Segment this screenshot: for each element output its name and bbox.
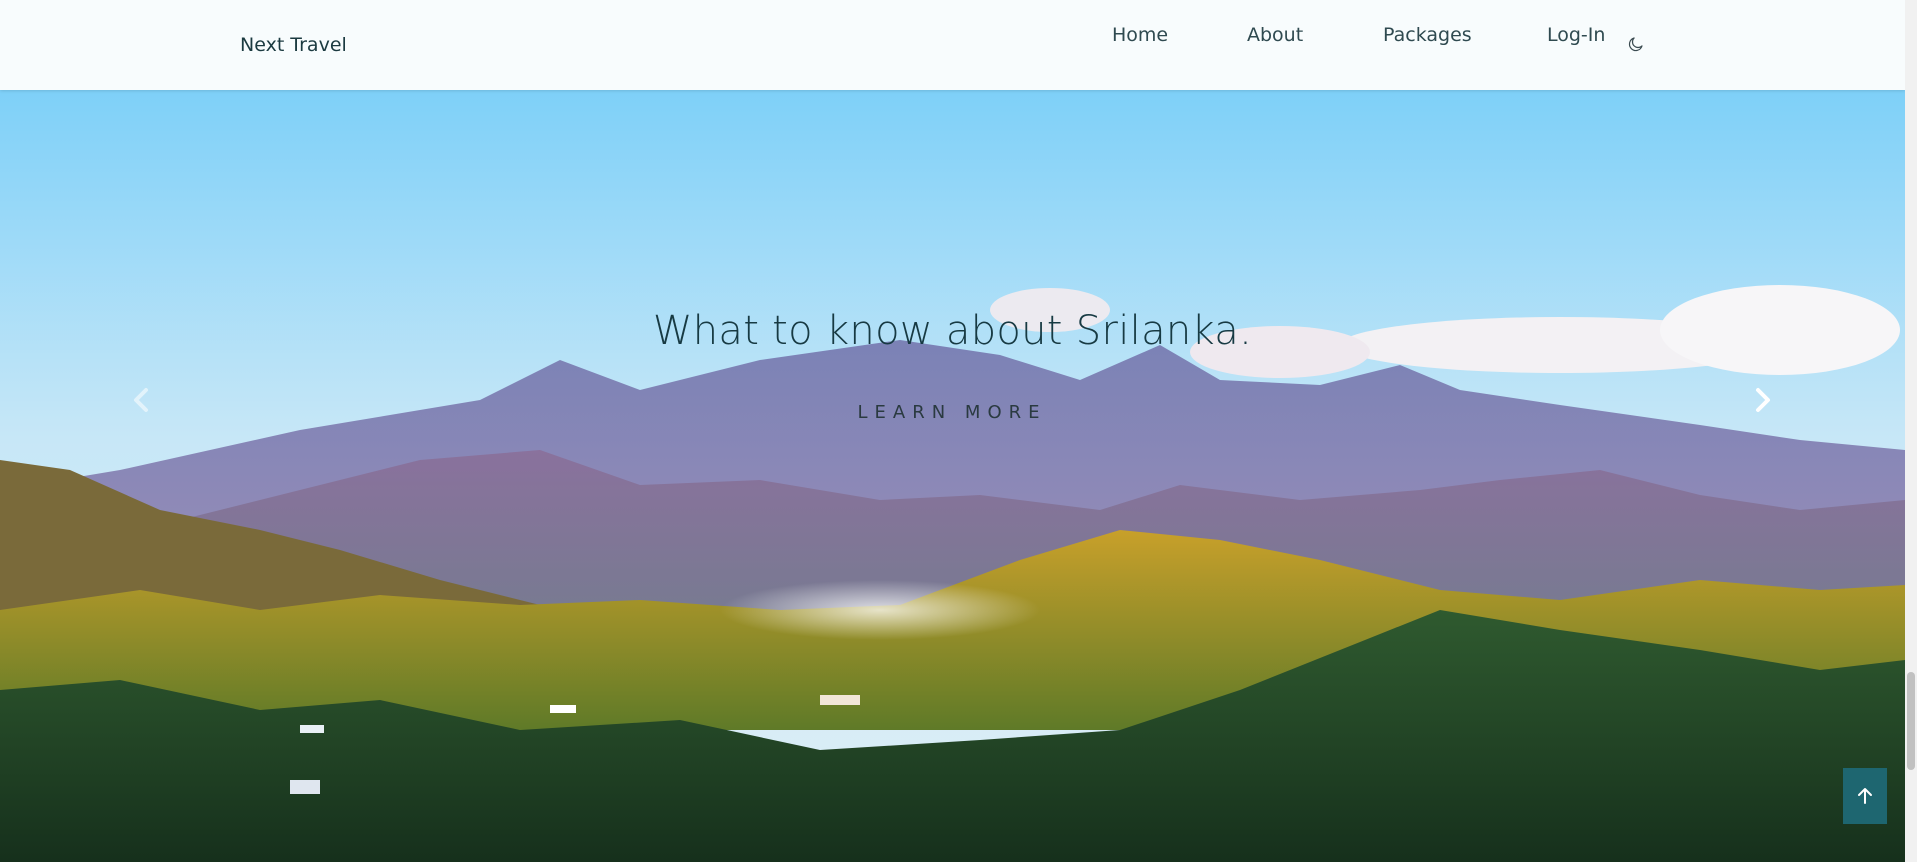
nav-item-about[interactable]: About [1247, 24, 1303, 46]
chevron-left-icon[interactable] [122, 380, 162, 420]
scrollbar-thumb[interactable] [1907, 672, 1915, 770]
nav-item-home[interactable]: Home [1112, 24, 1168, 46]
navbar: Next Travel Home About Packages Log-In [0, 0, 1905, 90]
chevron-right-icon[interactable] [1742, 380, 1782, 420]
page: Next Travel Home About Packages Log-In W… [0, 0, 1905, 862]
brand-logo[interactable]: Next Travel [240, 34, 347, 56]
arrow-up-icon [1858, 788, 1872, 804]
back-to-top-button[interactable] [1843, 768, 1887, 824]
learn-more-button[interactable]: LEARN MORE [812, 402, 1092, 423]
nav-item-packages[interactable]: Packages [1383, 24, 1472, 46]
hero-carousel: What to know about Srilanka. LEARN MORE [0, 90, 1905, 862]
nav-item-login[interactable]: Log-In [1547, 24, 1605, 46]
hero-background-image [0, 90, 1905, 862]
hero-title: What to know about Srilanka. [652, 308, 1253, 354]
moon-icon[interactable] [1627, 35, 1645, 53]
